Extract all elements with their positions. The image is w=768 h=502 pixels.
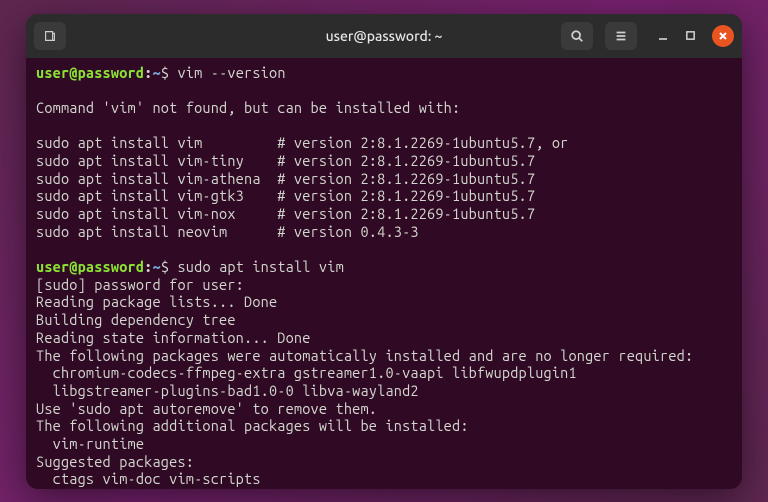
titlebar: user@password: ~ [26,14,742,58]
output-auto4: Use 'sudo apt autoremove' to remove them… [36,400,377,417]
output-auto3: libgstreamer-plugins-bad1.0-0 libva-wayl… [36,382,419,399]
output-auto1: The following packages were automaticall… [36,347,693,364]
new-tab-button[interactable] [34,22,66,50]
output-notfound: Command 'vim' not found, but can be inst… [36,99,460,116]
maximize-button[interactable] [685,30,696,41]
search-button[interactable] [561,22,593,50]
prompt-path-2: ~ [153,258,161,275]
menu-button[interactable] [605,22,637,50]
minimize-button[interactable] [657,30,669,42]
titlebar-right [561,22,734,50]
output-sugg1: sudo apt install vim # version 2:8.1.226… [36,134,568,151]
command-1: vim --version [177,64,285,81]
output-sugg5: sudo apt install vim-nox # version 2:8.1… [36,205,535,222]
output-sugg2: sudo apt install vim-tiny # version 2:8.… [36,152,535,169]
terminal-window: user@password: ~ user@password:~$ vim [26,14,742,489]
prompt-userhost-2: user@password [36,258,144,275]
terminal-body[interactable]: user@password:~$ vim --version Command '… [26,58,742,489]
output-read2: Reading state information... Done [36,329,311,346]
output-read1: Reading package lists... Done [36,293,277,310]
output-build1: Building dependency tree [36,311,236,328]
output-suggpkg1: Suggested packages: [36,453,194,470]
output-auto2: chromium-codecs-ffmpeg-extra gstreamer1.… [36,364,577,381]
window-title: user@password: ~ [326,28,443,44]
command-2: sudo apt install vim [177,258,343,275]
output-sugg6: sudo apt install neovim # version 0.4.3-… [36,223,419,240]
prompt-path: ~ [153,64,161,81]
prompt-symbol: $ [161,64,169,81]
close-button[interactable] [712,25,734,47]
output-suggpkg2: ctags vim-doc vim-scripts [36,470,261,487]
output-sudopw: [sudo] password for user: [36,276,244,293]
output-addpkg1: The following additional packages will b… [36,417,469,434]
prompt-userhost: user@password [36,64,144,81]
prompt-symbol-2: $ [161,258,169,275]
output-sugg3: sudo apt install vim-athena # version 2:… [36,170,535,187]
window-controls [657,25,734,47]
output-addpkg2: vim-runtime [36,435,144,452]
prompt-colon: : [144,64,152,81]
prompt-colon-2: : [144,258,152,275]
titlebar-left [34,22,66,50]
output-sugg4: sudo apt install vim-gtk3 # version 2:8.… [36,187,535,204]
